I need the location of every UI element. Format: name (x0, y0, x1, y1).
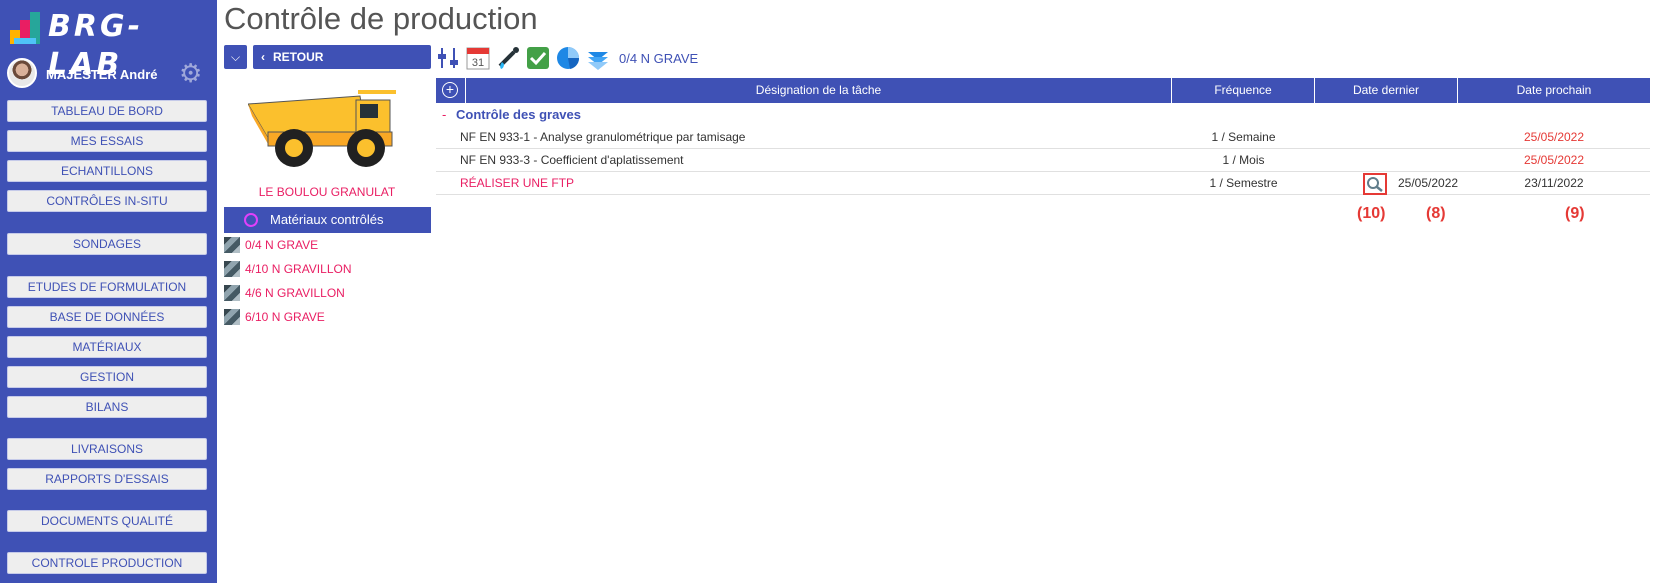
menu-base-de-donnees[interactable]: BASE DE DONNÉES (7, 306, 207, 328)
table-row[interactable]: NF EN 933-1 - Analyse granulométrique pa… (436, 126, 1650, 149)
material-label: 0/4 N GRAVE (245, 238, 319, 252)
group-row[interactable]: - Contrôle des graves (436, 104, 1650, 126)
material-label: 4/6 N GRAVILLON (245, 286, 345, 300)
material-icon (224, 237, 240, 253)
menu-sondages[interactable]: SONDAGES (7, 233, 207, 255)
task-designation[interactable]: RÉALISER UNE FTP (460, 172, 574, 195)
check-icon[interactable] (526, 46, 550, 70)
annotation-10: (10) (1357, 205, 1386, 222)
chevron-left-icon: ‹ (261, 50, 265, 64)
add-column: + (436, 78, 466, 103)
dump-truck-image (248, 90, 396, 167)
pipette-icon[interactable] (496, 46, 520, 70)
search-history-button[interactable] (1363, 173, 1387, 195)
site-name: LE BOULOU GRANULAT (258, 185, 396, 199)
ring-icon (244, 213, 258, 227)
menu-rapports-d-essais[interactable]: RAPPORTS D'ESSAIS (7, 468, 207, 490)
gear-icon[interactable]: ⚙ (179, 60, 205, 86)
material-item[interactable]: 6/10 N GRAVE (224, 307, 325, 327)
collapse-toggle-button[interactable]: ⌵ (224, 45, 247, 69)
sliders-icon[interactable] (436, 46, 460, 70)
magnifier-icon (1367, 177, 1383, 192)
add-circle-icon[interactable]: + (442, 82, 458, 98)
menu-bilans[interactable]: BILANS (7, 396, 207, 418)
back-button-label: RETOUR (273, 50, 324, 64)
chevron-down-icon: ⌵ (230, 50, 241, 64)
annotation-8: (8) (1426, 205, 1446, 222)
back-button[interactable]: ‹ RETOUR (253, 45, 431, 69)
material-label: 6/10 N GRAVE (245, 310, 325, 324)
current-material-label: 0/4 N GRAVE (619, 51, 699, 66)
user-profile[interactable]: MAJESTER André ⚙ (7, 58, 211, 90)
task-next-date: 23/11/2022 (1524, 176, 1584, 190)
task-next-date: 25/05/2022 (1523, 153, 1585, 167)
page-title: Contrôle de production (224, 1, 538, 36)
layers-icon[interactable] (586, 46, 610, 70)
materials-header-label: Matériaux contrôlés (270, 212, 384, 227)
header-next-date[interactable]: Date prochain (1458, 78, 1650, 103)
menu-gestion[interactable]: GESTION (7, 366, 207, 388)
header-last-date[interactable]: Date dernier (1315, 78, 1458, 103)
sidebar: BRG-LAB MAJESTER André ⚙ TABLEAU DE BORD… (0, 0, 217, 583)
pie-chart-icon[interactable] (556, 46, 580, 70)
user-name: MAJESTER André (46, 67, 158, 82)
collapse-group-toggle[interactable]: - (442, 104, 446, 126)
svg-text:31: 31 (472, 57, 484, 69)
material-icon (224, 261, 240, 277)
task-frequency: 1 / Mois (1222, 153, 1265, 167)
menu-tableau-de-bord[interactable]: TABLEAU DE BORD (7, 100, 207, 122)
table-row[interactable]: RÉALISER UNE FTP 1 / Semestre 25/05/2022… (436, 172, 1650, 195)
brg-lab-logo[interactable]: BRG-LAB (8, 6, 208, 82)
header-frequency[interactable]: Fréquence (1172, 78, 1315, 103)
menu-echantillons[interactable]: ECHANTILLONS (7, 160, 207, 182)
calendar-icon[interactable]: 31 (466, 46, 490, 70)
task-designation[interactable]: NF EN 933-1 - Analyse granulométrique pa… (460, 126, 745, 149)
annotation-9: (9) (1565, 205, 1585, 222)
task-frequency: 1 / Semaine (1211, 130, 1276, 144)
material-item[interactable]: 0/4 N GRAVE (224, 235, 318, 255)
task-next-date: 25/05/2022 (1523, 130, 1585, 144)
material-label: 4/10 N GRAVILLON (245, 262, 352, 276)
material-icon (224, 285, 240, 301)
material-icon (224, 309, 240, 325)
menu-controles-in-situ[interactable]: CONTRÔLES IN-SITU (7, 190, 207, 212)
menu-controle-production[interactable]: CONTROLE PRODUCTION (7, 552, 207, 574)
material-item[interactable]: 4/10 N GRAVILLON (224, 259, 352, 279)
task-last-date: 25/05/2022 (1398, 176, 1459, 190)
menu-mes-essais[interactable]: MES ESSAIS (7, 130, 207, 152)
avatar[interactable] (7, 58, 37, 88)
task-frequency: 1 / Semestre (1209, 176, 1278, 190)
menu-etudes-de-formulation[interactable]: ETUDES DE FORMULATION (7, 276, 207, 298)
menu-livraisons[interactable]: LIVRAISONS (7, 438, 207, 460)
task-designation[interactable]: NF EN 933-3 - Coefficient d'aplatissemen… (460, 149, 684, 172)
menu-materiaux[interactable]: MATÉRIAUX (7, 336, 207, 358)
header-designation[interactable]: Désignation de la tâche (466, 78, 1172, 103)
table-row[interactable]: NF EN 933-3 - Coefficient d'aplatissemen… (436, 149, 1650, 172)
group-label: Contrôle des graves (456, 107, 581, 122)
table-header: + Désignation de la tâche Fréquence Date… (436, 78, 1650, 103)
material-item[interactable]: 4/6 N GRAVILLON (224, 283, 345, 303)
materials-header: Matériaux contrôlés (224, 207, 431, 233)
logo-icon (10, 12, 40, 44)
menu-documents-qualite[interactable]: DOCUMENTS QUALITÉ (7, 510, 207, 532)
